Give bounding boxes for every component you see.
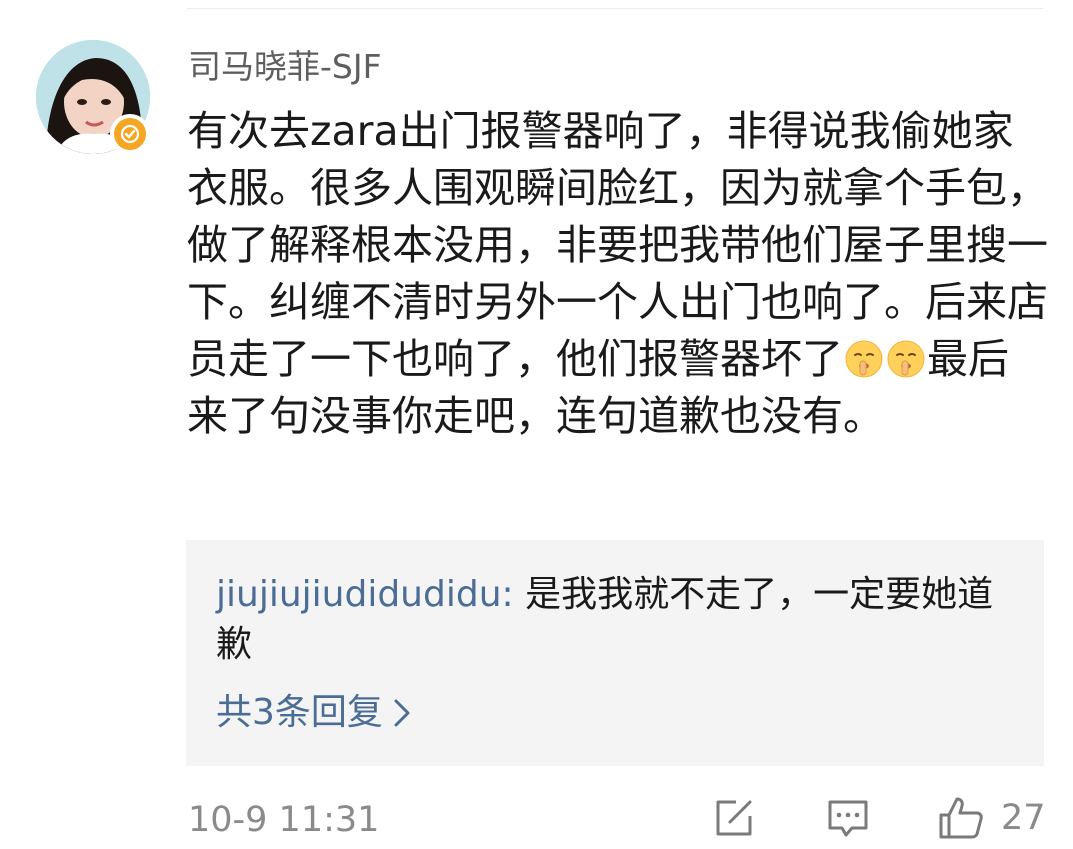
share-icon <box>716 800 752 836</box>
comment-footer: 10-9 11:31 27 <box>0 795 1073 845</box>
comment-button[interactable] <box>826 795 872 841</box>
more-replies-link[interactable]: 共3条回复 <box>216 688 411 738</box>
comment-username[interactable]: 司马晓菲-SJF <box>188 44 382 90</box>
comment-timestamp: 10-9 11:31 <box>188 800 380 840</box>
like-count: 27 <box>1001 798 1046 838</box>
reply-username[interactable]: jiujiujiudidudidu <box>216 574 502 615</box>
top-divider <box>187 8 1043 9</box>
verified-badge-icon <box>110 114 150 154</box>
chevron-right-icon <box>394 699 410 727</box>
like-button[interactable]: 27 <box>937 795 1047 841</box>
avatar[interactable] <box>36 40 150 154</box>
comment-icon <box>828 800 868 837</box>
shushing-face-emoji <box>886 337 926 378</box>
shushing-face-emoji <box>844 337 884 378</box>
share-button[interactable] <box>712 795 758 841</box>
reply-separator: : <box>501 574 526 615</box>
reply-line: jiujiujiudidudidu: 是我我就不走了，一定要她道歉 <box>216 570 1016 670</box>
thumbs-up-icon <box>939 797 983 839</box>
more-replies-label: 共3条回复 <box>216 692 383 733</box>
comment-text: 有次去zara出门报警器响了，非得说我偷她家衣服。很多人围观瞬间脸红，因为就拿个… <box>187 103 1049 445</box>
reply-box[interactable]: jiujiujiudidudidu: 是我我就不走了，一定要她道歉 共3条回复 <box>186 540 1044 766</box>
